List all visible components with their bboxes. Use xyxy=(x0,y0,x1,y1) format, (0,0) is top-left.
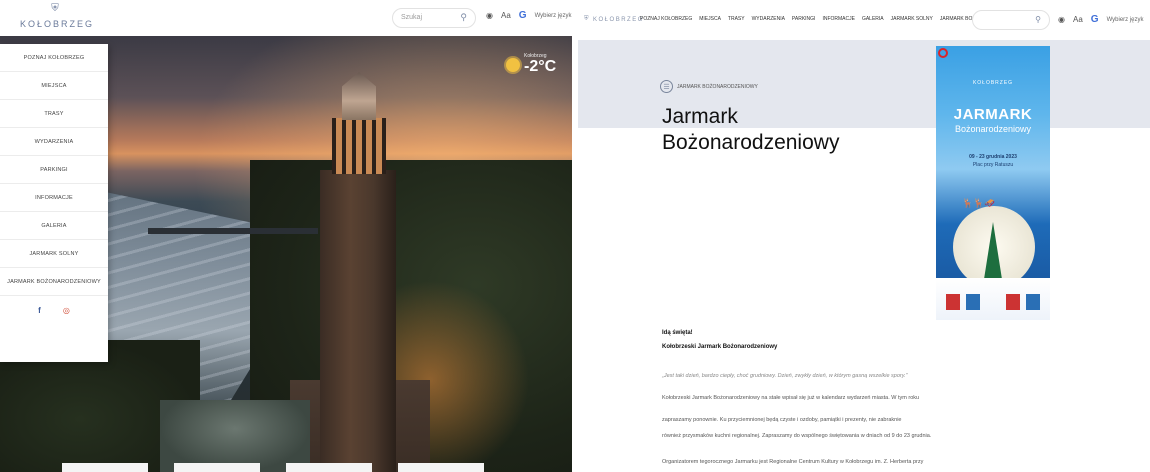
poster-title: JARMARK xyxy=(953,106,1033,123)
tile[interactable] xyxy=(286,463,372,472)
crest-icon: ⛨ xyxy=(584,16,591,22)
lighthouse-tower xyxy=(320,170,396,472)
breadcrumb-label[interactable]: Jarmark Bożonarodzeniowy xyxy=(677,84,758,90)
article-paragraph-line: zapraszamy ponownie. Ku przyciemnionej b… xyxy=(662,417,902,423)
poster-badge-icon xyxy=(938,48,948,58)
top-nav-bar: ⛨ KOŁOBRZEG Poznaj Kołobrzeg Miejsca Tra… xyxy=(578,0,1150,40)
logo-text: KOŁOBRZEG xyxy=(593,16,644,23)
tile[interactable] xyxy=(174,463,260,472)
language-select[interactable]: Wybierz język xyxy=(1107,17,1144,23)
article-paragraph-line: również przysmaków kuchni regionalnej. Z… xyxy=(662,433,932,439)
menu-item-wydarzenia[interactable]: Wydarzenia xyxy=(0,128,108,156)
font-size-button[interactable]: Aa xyxy=(1073,15,1083,24)
facebook-icon[interactable]: f xyxy=(38,306,41,315)
poster-place: Plac przy Ratuszu xyxy=(972,162,1014,168)
tile[interactable] xyxy=(398,463,484,472)
house-icon xyxy=(946,294,960,310)
menu-item-poznaj-kolobrzeg[interactable]: Poznaj Kołobrzeg xyxy=(0,44,108,72)
poster-logo: KOŁOBRZEG xyxy=(972,80,1014,86)
article-heading: Idą święta! xyxy=(662,330,693,336)
poster-houses xyxy=(936,278,1050,320)
desktop-view-pane: ⛨ KOŁOBRZEG Poznaj Kołobrzeg Miejsca Tra… xyxy=(578,0,1150,472)
menu-item-jarmark-bozonarodzeniowy[interactable]: Jarmark Bożonarodzeniowy xyxy=(0,268,108,296)
event-poster[interactable]: KOŁOBRZEG JARMARK Bożonarodzeniowy 09 - … xyxy=(936,46,1050,320)
menu-item-trasy[interactable]: Trasy xyxy=(0,100,108,128)
toolbar: ◉ Aa G Wybierz język xyxy=(486,10,572,21)
lighthouse-lantern xyxy=(332,118,386,174)
site-logo[interactable]: ⛨ KOŁOBRZEG xyxy=(20,3,92,32)
breadcrumb: ☰ Jarmark Bożonarodzeniowy xyxy=(660,80,758,93)
eye-icon[interactable]: ◉ xyxy=(486,11,493,20)
house-icon xyxy=(1026,294,1040,310)
nav-item-galeria[interactable]: Galeria xyxy=(862,16,884,22)
article-paragraph-line: Kołobrzeski Jarmark Bożonarodzeniowy na … xyxy=(662,395,920,401)
search-input[interactable]: Szukaj ⚲ xyxy=(392,8,476,28)
nav-item-jarmark-solny[interactable]: Jarmark Solny xyxy=(891,16,933,22)
weather-temperature: -2°C xyxy=(524,58,557,75)
event-category-icon: ☰ xyxy=(660,80,673,93)
language-select[interactable]: Wybierz język xyxy=(535,13,572,19)
poster-subtitle: Bożonarodzeniowy xyxy=(954,124,1032,134)
page-title: Jarmark Bożonarodzeniowy xyxy=(662,105,840,154)
poster-date: 09 - 23 grudnia 2023 xyxy=(969,154,1017,160)
toolbar: ◉ Aa G Wybierz język xyxy=(1058,14,1144,25)
search-icon[interactable]: ⚲ xyxy=(460,12,467,23)
site-logo[interactable]: ⛨ KOŁOBRZEG xyxy=(584,16,644,23)
search-icon[interactable]: ⚲ xyxy=(1035,15,1041,24)
house-icon xyxy=(1006,294,1020,310)
menu-item-galeria[interactable]: Galeria xyxy=(0,212,108,240)
google-translate-icon[interactable]: G xyxy=(519,10,527,21)
article-paragraph-line: Organizatorem tegorocznego Jarmarku jest… xyxy=(662,459,924,465)
nav-item-trasy[interactable]: Trasy xyxy=(728,16,745,22)
mobile-view-pane: ⛨ KOŁOBRZEG Szukaj ⚲ ◉ Aa G Wybierz języ… xyxy=(0,0,572,472)
nav-item-miejsca[interactable]: Miejsca xyxy=(699,16,721,22)
font-size-button[interactable]: Aa xyxy=(501,11,511,20)
logo-text: KOŁOBRZEG xyxy=(20,19,95,29)
article-quote: „Jest taki dzień, bardzo ciepły, choć gr… xyxy=(662,373,908,379)
house-icon xyxy=(966,294,980,310)
nav-item-poznaj-kolobrzeg[interactable]: Poznaj Kołobrzeg xyxy=(640,16,692,22)
nav-item-wydarzenia[interactable]: Wydarzenia xyxy=(752,16,785,22)
main-menu: Poznaj Kołobrzeg Miejsca Trasy Wydarzeni… xyxy=(0,44,108,362)
menu-item-informacje[interactable]: Informacje xyxy=(0,184,108,212)
menu-item-miejsca[interactable]: Miejsca xyxy=(0,72,108,100)
tile[interactable] xyxy=(62,463,148,472)
main-nav: Poznaj Kołobrzeg Miejsca Trasy Wydarzeni… xyxy=(640,16,1021,22)
screenshot-root: ⛨ KOŁOBRZEG Szukaj ⚲ ◉ Aa G Wybierz języ… xyxy=(0,0,1150,472)
article-subheading: Kołobrzeski Jarmark Bożonarodzeniowy xyxy=(662,344,778,350)
menu-item-jarmark-solny[interactable]: Jarmark Solny xyxy=(0,240,108,268)
nav-item-informacje[interactable]: Informacje xyxy=(822,16,855,22)
social-links: f ◎ xyxy=(0,296,108,315)
nav-item-parkingi[interactable]: Parkingi xyxy=(792,16,816,22)
weather-widget: Kołobrzeg -2°C xyxy=(506,54,556,75)
search-input[interactable]: ⚲ xyxy=(972,10,1050,30)
top-bar: ⛨ KOŁOBRZEG Szukaj ⚲ ◉ Aa G Wybierz języ… xyxy=(0,0,572,36)
bottom-tiles xyxy=(62,463,502,472)
instagram-icon[interactable]: ◎ xyxy=(63,306,70,315)
hero-pier xyxy=(148,228,318,234)
sun-icon xyxy=(506,57,520,72)
search-placeholder: Szukaj xyxy=(401,14,423,21)
menu-item-parkingi[interactable]: Parkingi xyxy=(0,156,108,184)
crest-icon: ⛨ xyxy=(51,3,59,14)
eye-icon[interactable]: ◉ xyxy=(1058,15,1065,24)
hero-plaza xyxy=(160,400,310,472)
google-translate-icon[interactable]: G xyxy=(1091,14,1099,25)
sleigh-icon: 🦌🦌🛷 xyxy=(962,198,996,208)
